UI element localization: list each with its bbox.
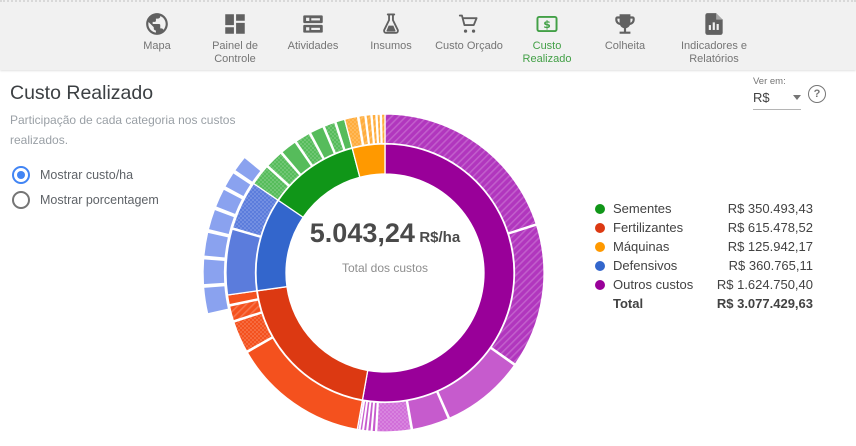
display-mode-options: Mostrar custo/ha Mostrar porcentagem [12,166,159,216]
legend-value: R$ 350.493,43 [728,201,813,216]
page-title: Custo Realizado [10,82,153,105]
dashboard-icon [222,10,248,38]
nav-item-colheita[interactable]: Colheita [586,2,664,70]
nav-item-mapa[interactable]: Mapa [118,2,196,70]
legend-name: Outros custos [613,277,717,292]
activities-icon [300,10,326,38]
legend-row-defensivos[interactable]: Defensivos R$ 360.765,11 [595,256,813,275]
radio-mostrar-porcentagem[interactable]: Mostrar porcentagem [12,191,159,209]
legend-row-outros-custos[interactable]: Outros custos R$ 1.624.750,40 [595,275,813,294]
chart-segment[interactable] [204,232,229,258]
legend-dot [595,280,605,290]
flask-icon [378,10,404,38]
nav-item-atividades[interactable]: Atividades [274,2,352,70]
nav-items: Mapa Painel de Controle Atividades Insum… [118,2,764,70]
legend-total-label: Total [613,296,717,311]
top-navigation: Mapa Painel de Controle Atividades Insum… [0,0,856,70]
nav-label: Painel de Controle [196,40,274,66]
legend-value: R$ 615.478,52 [728,220,813,235]
legend-value: R$ 125.942,17 [728,239,813,254]
legend-value: R$ 1.624.750,40 [717,277,813,292]
radio-button-icon [12,166,30,184]
report-icon [701,10,727,38]
nav-label: Custo Realizado [508,40,586,66]
view-in-control: Ver em: R$ [753,76,801,110]
radio-label: Mostrar custo/ha [40,168,133,182]
nav-label: Colheita [605,40,645,53]
chevron-down-icon [793,95,801,100]
chart-segment[interactable] [203,259,225,285]
nav-label: Custo Orçado [435,40,503,53]
legend-dot-spacer [595,299,605,309]
nav-label: Mapa [143,40,171,53]
nav-item-insumos[interactable]: Insumos [352,2,430,70]
radio-button-icon [12,191,30,209]
legend-value: R$ 360.765,11 [729,258,813,273]
legend-total-value: R$ 3.077.429,63 [717,296,813,311]
legend-row-sementes[interactable]: Sementes R$ 350.493,43 [595,199,813,218]
nav-label: Indicadores e Relatórios [664,40,764,66]
currency-dropdown-value: R$ [753,90,770,105]
svg-text:$: $ [543,18,551,31]
chart-legend: Sementes R$ 350.493,43 Fertilizantes R$ … [595,199,813,313]
chart-segment-pattern [377,401,412,432]
view-in-label: Ver em: [753,76,801,87]
help-icon[interactable]: ? [808,85,826,103]
nav-item-painel-de-controle[interactable]: Painel de Controle [196,2,274,70]
money-icon: $ [534,10,560,38]
nav-item-indicadores-relatorios[interactable]: Indicadores e Relatórios [664,2,764,70]
legend-name: Defensivos [613,258,729,273]
nav-label: Insumos [370,40,412,53]
nav-item-custo-orcado[interactable]: Custo Orçado [430,2,508,70]
globe-icon [144,10,170,38]
nav-label: Atividades [288,40,339,53]
legend-name: Fertilizantes [613,220,728,235]
legend-dot [595,261,605,271]
radio-mostrar-custo-ha[interactable]: Mostrar custo/ha [12,166,159,184]
legend-row-total: Total R$ 3.077.429,63 [595,294,813,313]
currency-dropdown[interactable]: R$ [753,87,801,110]
legend-name: Sementes [613,201,728,216]
legend-row-fertilizantes[interactable]: Fertilizantes R$ 615.478,52 [595,218,813,237]
trophy-icon [612,10,638,38]
legend-dot [595,242,605,252]
cost-sunburst-chart[interactable] [200,95,580,446]
legend-name: Máquinas [613,239,728,254]
chart-segment[interactable] [204,286,229,314]
nav-item-custo-realizado[interactable]: $ Custo Realizado [508,2,586,70]
cart-icon [456,10,482,38]
chart-segment[interactable] [226,229,261,295]
legend-row-maquinas[interactable]: Máquinas R$ 125.942,17 [595,237,813,256]
radio-label: Mostrar porcentagem [40,193,159,207]
app-window: Mapa Painel de Controle Atividades Insum… [0,0,856,446]
legend-dot [595,223,605,233]
legend-dot [595,204,605,214]
